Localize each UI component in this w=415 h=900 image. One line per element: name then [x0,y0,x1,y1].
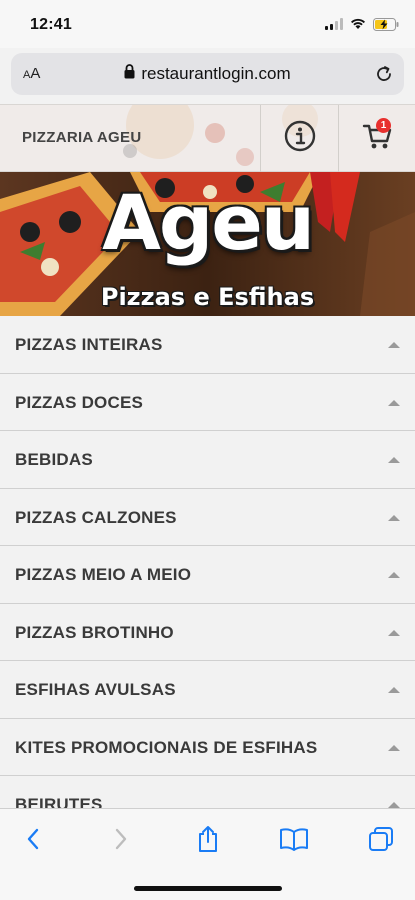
category-item[interactable]: PIZZAS DOCES [0,373,415,431]
category-label: PIZZAS DOCES [15,392,144,412]
category-item[interactable]: ESFIHAS AVULSAS [0,661,415,719]
collapse-caret-icon [388,514,400,521]
back-button[interactable] [13,825,53,857]
home-indicator [134,886,282,891]
info-button[interactable] [260,105,338,172]
category-item[interactable]: PIZZAS INTEIRAS [0,316,415,374]
reload-icon[interactable] [374,64,394,89]
collapse-caret-icon [388,629,400,636]
book-icon [279,827,309,856]
forward-button[interactable] [101,825,141,857]
category-label: PIZZAS CALZONES [15,507,177,527]
category-item[interactable]: PIZZAS BROTINHO [0,603,415,661]
category-item[interactable]: PIZZAS CALZONES [0,488,415,546]
cart-button[interactable]: 1 [338,105,415,172]
browser-toolbar [0,808,415,900]
cellular-signal-icon [325,18,343,30]
chevron-left-icon [26,828,40,855]
category-item[interactable]: KITES PROMOCIONAIS DE ESFIHAS [0,718,415,776]
share-icon [197,825,219,858]
restaurant-header: PIZZARIA AGEU 1 [0,104,415,172]
url-text: restaurantlogin.com [141,64,291,83]
collapse-caret-icon [388,342,400,348]
status-bar: 12:41 [0,0,415,48]
collapse-caret-icon [388,687,400,693]
status-time: 12:41 [30,16,72,33]
collapse-caret-icon [388,457,400,463]
banner-logo-subtitle: Pizzas e Esfihas [100,283,315,311]
category-item[interactable]: BEBIDAS [0,431,415,489]
category-label: KITES PROMOCIONAIS DE ESFIHAS [15,737,318,757]
collapse-caret-icon [388,744,400,751]
category-list: PIZZAS INTEIRAS PIZZAS DOCES BEBIDAS PIZ… [0,316,415,834]
category-label: PIZZAS BROTINHO [15,622,174,642]
collapse-caret-icon [388,572,400,578]
bookmarks-button[interactable] [274,825,314,857]
chevron-right-icon [114,828,128,855]
address-bar[interactable]: AA restaurantlogin.com [11,53,404,95]
tabs-icon [368,826,394,857]
lock-icon [124,64,135,84]
collapse-caret-icon [388,399,400,406]
share-button[interactable] [188,825,228,857]
category-label: BEBIDAS [15,450,93,469]
category-label: ESFIHAS AVULSAS [15,680,176,699]
tabs-button[interactable] [361,825,401,857]
info-icon [284,120,316,157]
category-item[interactable]: PIZZAS MEIO A MEIO [0,546,415,604]
battery-charging-icon [373,17,399,31]
restaurant-banner: Ageu Pizzas e Esfihas [0,172,415,316]
status-icons [325,15,399,33]
cart-count-badge: 1 [376,118,391,133]
banner-logo-title: Ageu [102,178,315,267]
url-display[interactable]: restaurantlogin.com [11,64,404,84]
wifi-icon [350,18,366,30]
category-label: PIZZAS INTEIRAS [15,335,163,354]
category-label: PIZZAS MEIO A MEIO [15,565,192,584]
restaurant-name: PIZZARIA AGEU [22,129,142,146]
